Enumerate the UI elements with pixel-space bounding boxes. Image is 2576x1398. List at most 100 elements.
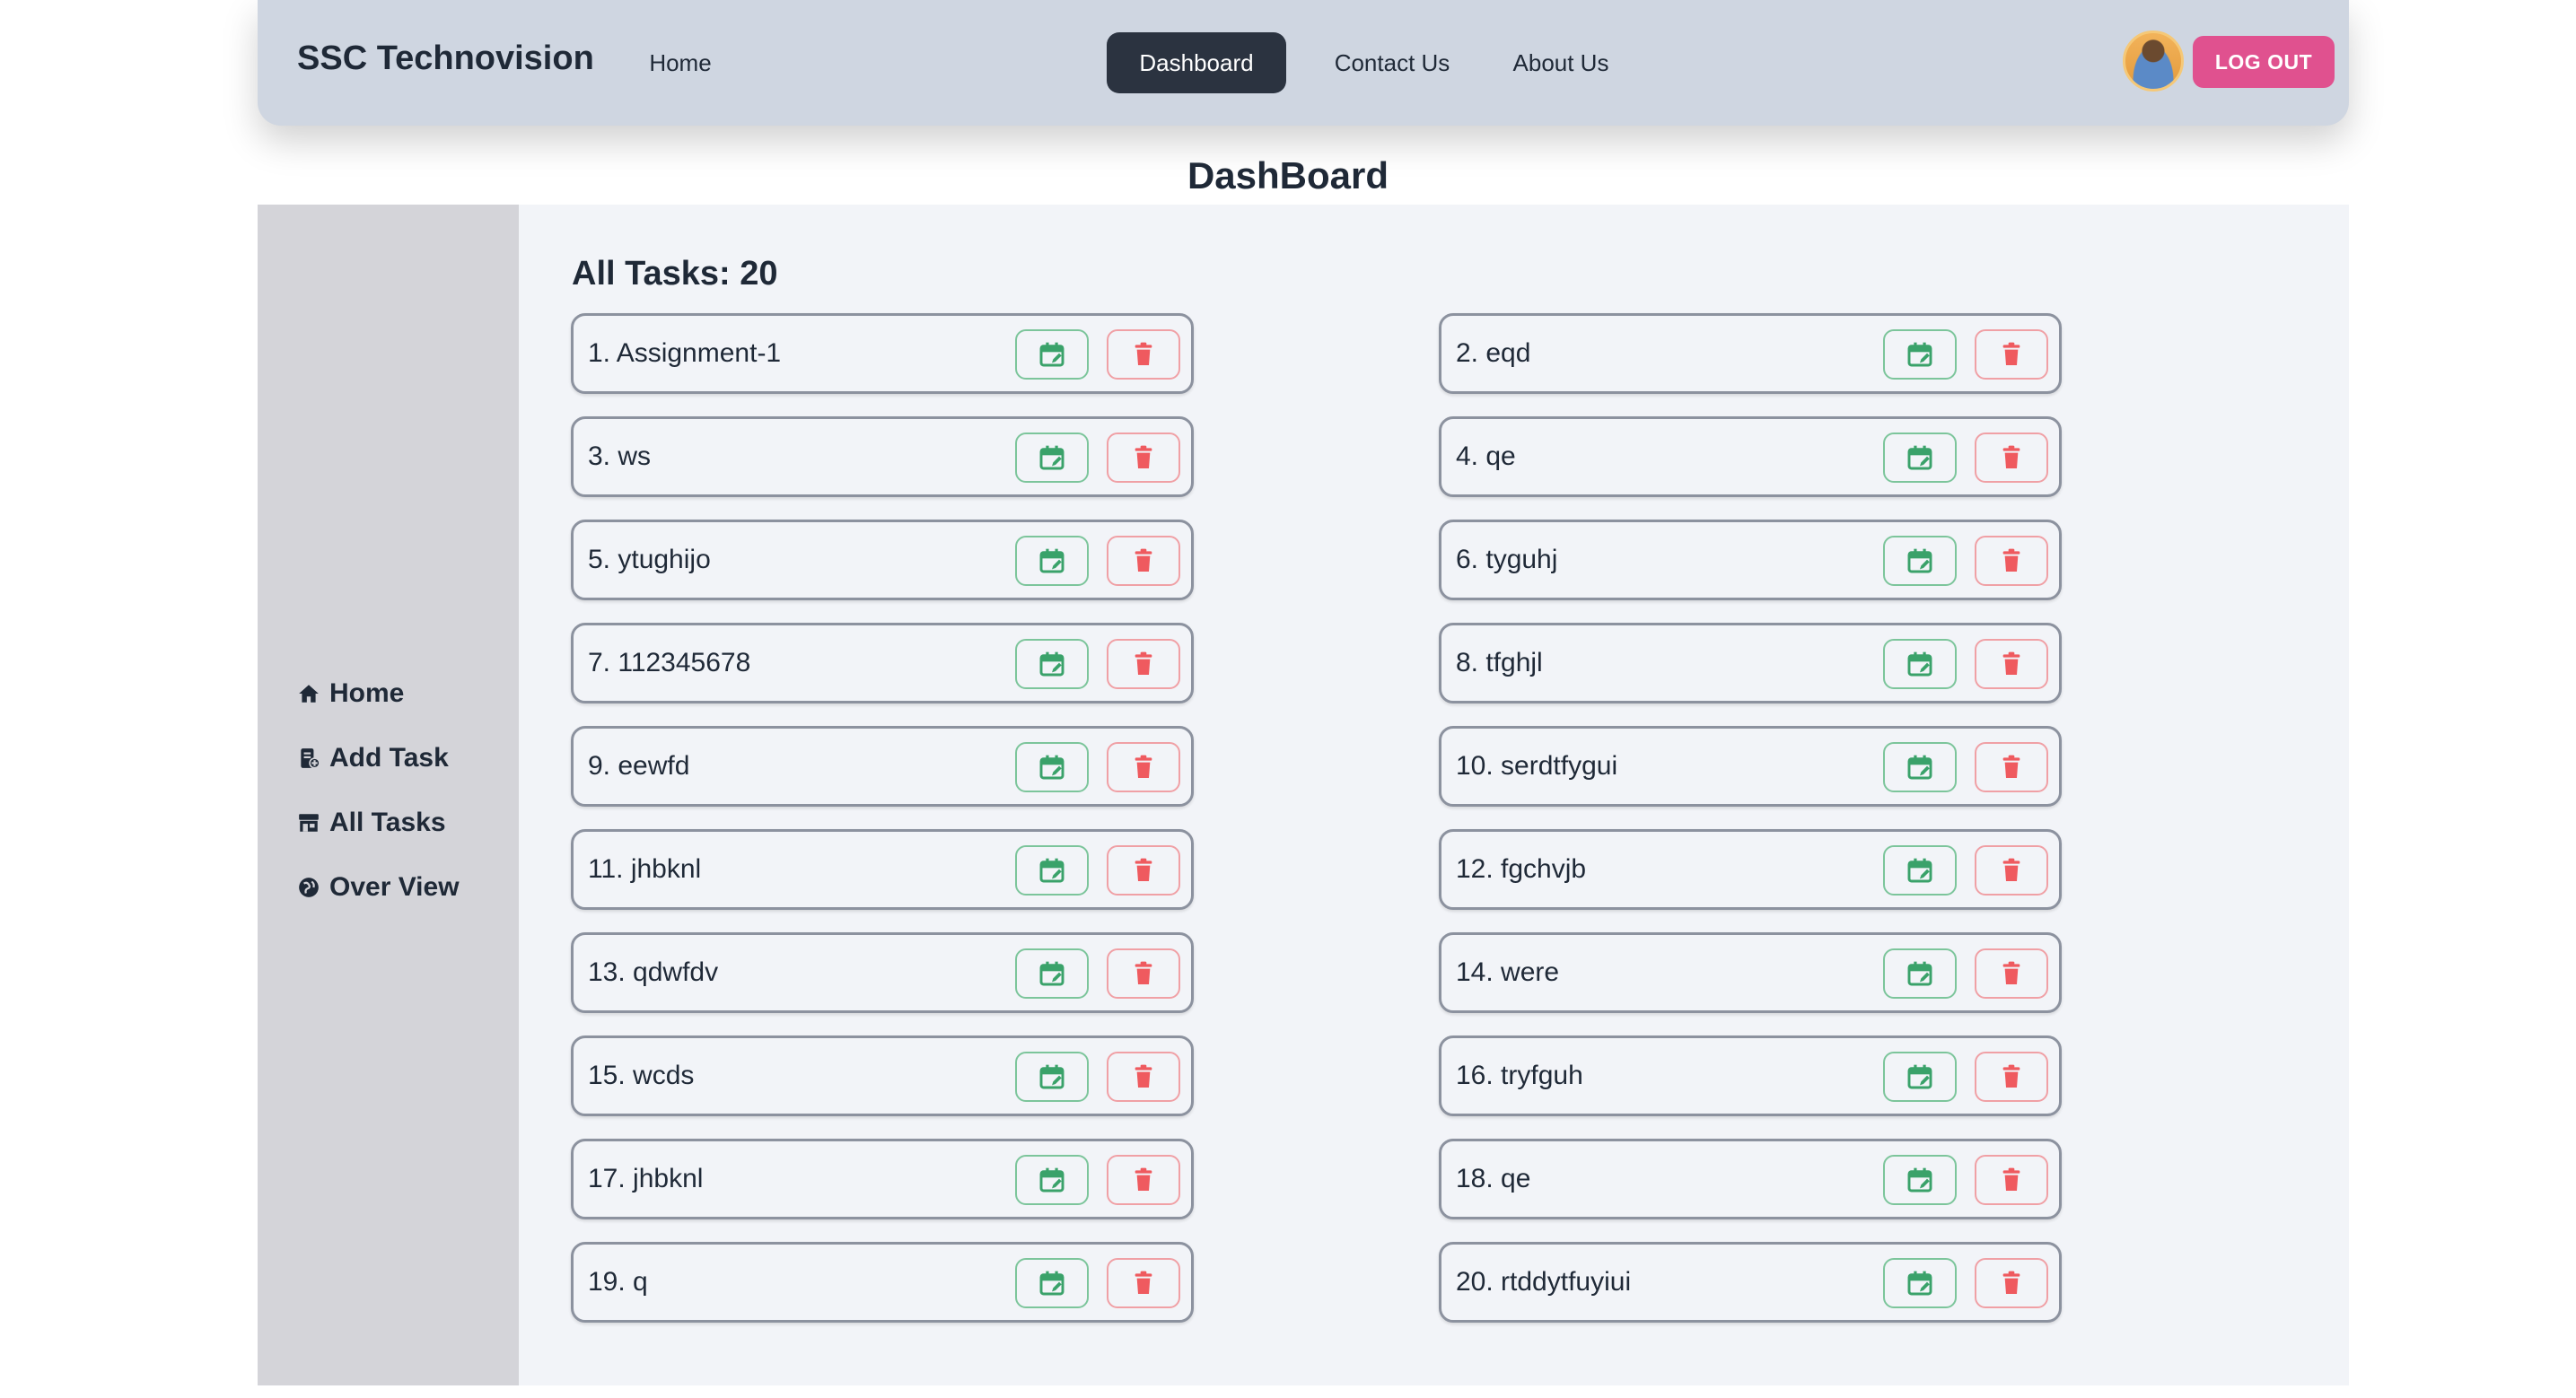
nav-link-contact[interactable]: Contact Us (1305, 32, 1479, 93)
logout-button[interactable]: LOG OUT (2193, 36, 2335, 88)
delete-task-button[interactable] (1975, 1258, 2048, 1308)
delete-task-button[interactable] (1107, 1258, 1180, 1308)
calendar-edit-icon (1906, 1269, 1934, 1298)
calendar-edit-icon (1906, 650, 1934, 678)
trash-icon (1997, 546, 2026, 575)
edit-task-button[interactable] (1015, 1258, 1089, 1308)
task-title: 10. serdtfygui (1456, 751, 1618, 781)
task-card: 1. Assignment-1 (571, 313, 1194, 394)
delete-task-button[interactable] (1107, 329, 1180, 380)
task-title: 16. tryfguh (1456, 1061, 1583, 1090)
sidebar-item-all-tasks[interactable]: All Tasks (297, 802, 446, 843)
delete-task-button[interactable] (1107, 1155, 1180, 1205)
trash-icon (1997, 1166, 2026, 1194)
trash-icon (1129, 546, 1158, 575)
page-title: DashBoard (1187, 154, 1389, 197)
edit-task-button[interactable] (1015, 639, 1089, 689)
edit-task-button[interactable] (1015, 742, 1089, 792)
calendar-edit-icon (1038, 1062, 1066, 1091)
delete-task-button[interactable] (1975, 639, 2048, 689)
task-title: 12. fgchvjb (1456, 854, 1587, 884)
task-title: 19. q (588, 1267, 648, 1297)
sidebar-item-label: Over View (329, 872, 460, 902)
calendar-edit-icon (1038, 1166, 1066, 1194)
task-title: 4. qe (1456, 441, 1516, 471)
task-title: 18. qe (1456, 1164, 1531, 1193)
edit-task-button[interactable] (1883, 536, 1957, 586)
sidebar-item-over-view[interactable]: Over View (297, 867, 460, 908)
user-avatar[interactable] (2123, 31, 2184, 92)
task-card: 18. qe (1439, 1139, 2062, 1219)
sidebar-item-home[interactable]: Home (297, 673, 404, 714)
edit-task-button[interactable] (1883, 329, 1957, 380)
edit-task-button[interactable] (1015, 1052, 1089, 1102)
delete-task-button[interactable] (1975, 329, 2048, 380)
task-title: 14. were (1456, 957, 1560, 987)
task-card: 11. jhbknl (571, 829, 1194, 910)
calendar-edit-icon (1038, 650, 1066, 678)
trash-icon (1997, 340, 2026, 369)
delete-task-button[interactable] (1107, 433, 1180, 483)
delete-task-button[interactable] (1107, 948, 1180, 999)
edit-task-button[interactable] (1015, 329, 1089, 380)
task-title: 20. rtddytfuyiui (1456, 1267, 1632, 1297)
delete-task-button[interactable] (1107, 536, 1180, 586)
edit-task-button[interactable] (1015, 1155, 1089, 1205)
task-card: 7. 112345678 (571, 623, 1194, 703)
edit-task-button[interactable] (1883, 639, 1957, 689)
delete-task-button[interactable] (1975, 1052, 2048, 1102)
task-title: 3. ws (588, 441, 652, 471)
delete-task-button[interactable] (1975, 433, 2048, 483)
trash-icon (1997, 1062, 2026, 1091)
delete-task-button[interactable] (1975, 536, 2048, 586)
nav-link-dashboard[interactable]: Dashboard (1107, 32, 1286, 93)
edit-task-button[interactable] (1883, 948, 1957, 999)
task-card: 16. tryfguh (1439, 1035, 2062, 1116)
delete-task-button[interactable] (1107, 639, 1180, 689)
trash-icon (1129, 753, 1158, 782)
calendar-edit-icon (1038, 546, 1066, 575)
nav-link-home[interactable]: Home (634, 32, 727, 93)
edit-task-button[interactable] (1015, 948, 1089, 999)
task-title: 1. Assignment-1 (588, 338, 782, 368)
delete-task-button[interactable] (1975, 948, 2048, 999)
task-card: 12. fgchvjb (1439, 829, 2062, 910)
store-icon (299, 814, 319, 832)
sidebar-item-label: Add Task (329, 743, 449, 773)
edit-task-button[interactable] (1883, 1155, 1957, 1205)
task-card: 2. eqd (1439, 313, 2062, 394)
sidebar-item-label: Home (329, 678, 405, 708)
delete-task-button[interactable] (1975, 1155, 2048, 1205)
edit-task-button[interactable] (1015, 536, 1089, 586)
delete-task-button[interactable] (1975, 845, 2048, 896)
brand-logo-text[interactable]: SSC Technovision (297, 39, 594, 78)
top-navbar: SSC Technovision Home Dashboard Contact … (258, 0, 2349, 126)
edit-task-button[interactable] (1883, 742, 1957, 792)
house-icon (299, 685, 319, 703)
calendar-edit-icon (1906, 959, 1934, 988)
sidebar: Home Add Task All Tasks Over View (258, 205, 519, 1385)
sidebar-item-add-task[interactable]: Add Task (297, 738, 449, 779)
trash-icon (1129, 856, 1158, 885)
calendar-edit-icon (1906, 1166, 1934, 1194)
edit-task-button[interactable] (1015, 845, 1089, 896)
edit-task-button[interactable] (1883, 433, 1957, 483)
delete-task-button[interactable] (1107, 845, 1180, 896)
task-title: 2. eqd (1456, 338, 1531, 368)
delete-task-button[interactable] (1975, 742, 2048, 792)
calendar-edit-icon (1038, 340, 1066, 369)
edit-task-button[interactable] (1883, 845, 1957, 896)
nav-link-about[interactable]: About Us (1480, 32, 1642, 93)
edit-task-button[interactable] (1883, 1052, 1957, 1102)
trash-icon (1997, 650, 2026, 678)
edit-task-button[interactable] (1883, 1258, 1957, 1308)
main-content: All Tasks: 20 1. Assignment-1 2. eqd 3. ws… (519, 205, 2349, 1385)
edit-task-button[interactable] (1015, 433, 1089, 483)
task-title: 11. jhbknl (588, 854, 702, 884)
delete-task-button[interactable] (1107, 1052, 1180, 1102)
task-card: 4. qe (1439, 416, 2062, 497)
trash-icon (1129, 1166, 1158, 1194)
sidebar-item-label: All Tasks (329, 808, 446, 837)
delete-task-button[interactable] (1107, 742, 1180, 792)
calendar-edit-icon (1038, 856, 1066, 885)
